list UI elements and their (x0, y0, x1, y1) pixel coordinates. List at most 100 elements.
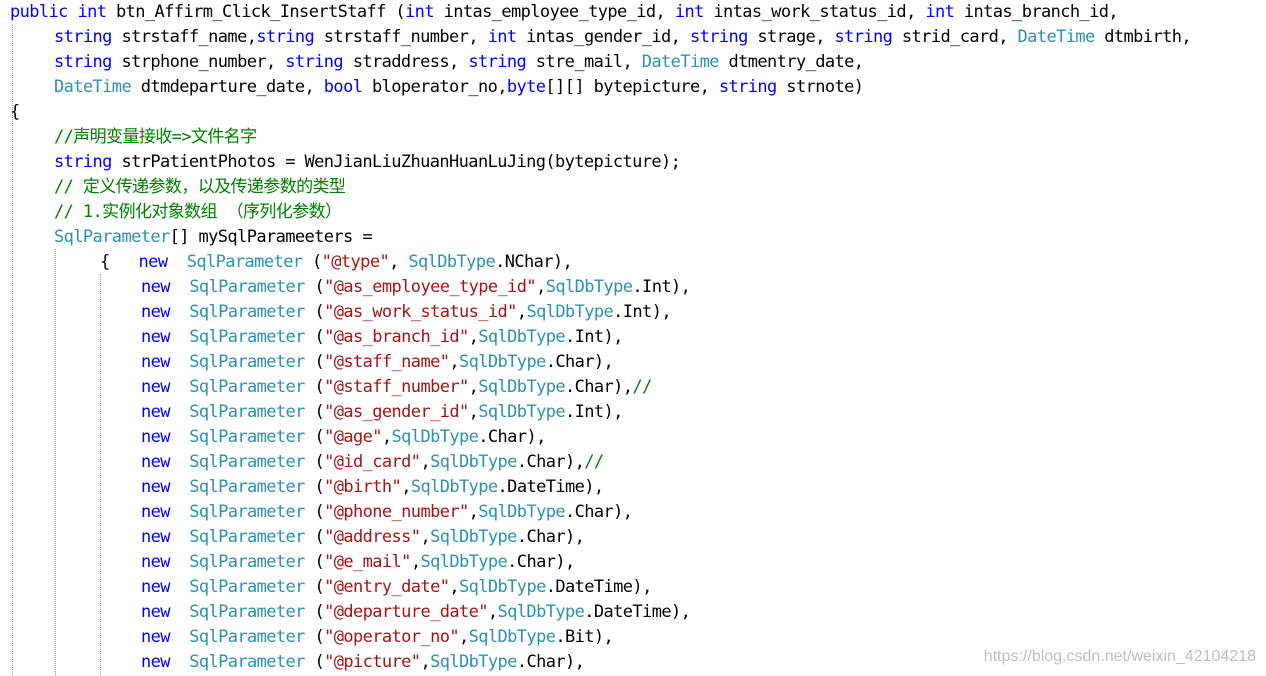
code-token: [][] bytepicture, (545, 77, 719, 97)
code-line: new SqlParameter ("@departure_date",SqlD… (141, 600, 691, 625)
code-token: .Char), (516, 652, 585, 672)
code-token: // (632, 377, 652, 397)
code-token: bloperator_no, (362, 77, 508, 97)
code-token: ( (304, 652, 325, 672)
code-token: "@phone_number" (324, 502, 469, 522)
code-token: , (401, 477, 411, 497)
code-token: new (141, 527, 171, 547)
code-token: DateTime (54, 77, 132, 97)
code-token: SqlParameter (189, 377, 305, 397)
code-token: "@e_mail" (324, 552, 411, 572)
code-token: string (468, 52, 527, 72)
code-token: new (141, 352, 171, 372)
code-token: ( (304, 602, 325, 622)
code-token: string (54, 27, 112, 47)
code-token: "@type" (321, 252, 390, 272)
code-token: ( (304, 627, 325, 647)
code-token: , (468, 402, 479, 422)
code-token: "@as_gender_id" (324, 402, 469, 422)
code-token: strPatientPhotos = WenJianLiuZhuanHuanLu… (111, 152, 681, 172)
code-token: SqlDbType (497, 602, 585, 622)
code-line: new SqlParameter ("@birth",SqlDbType.Dat… (141, 475, 604, 500)
code-token: DateTime (1017, 27, 1096, 47)
code-token: public (10, 2, 68, 22)
code-token: stre_mail, (526, 52, 642, 72)
code-token: string (834, 27, 893, 47)
code-token: strstaff_name, (111, 27, 257, 47)
code-token: ( (304, 452, 325, 472)
code-token: SqlDbType (545, 277, 633, 297)
code-token: ( (304, 352, 325, 372)
code-token: SqlParameter (189, 552, 305, 572)
code-token: SqlDbType (478, 377, 565, 397)
code-token: // 定义传递参数，以及传递参数的类型 (54, 177, 346, 197)
code-token: "@birth" (324, 477, 402, 497)
code-token: bool (323, 77, 363, 97)
code-token: .Int), (632, 277, 691, 297)
code-token: new (141, 552, 171, 572)
code-token: "@id_card" (324, 452, 421, 472)
code-token: SqlParameter (189, 527, 305, 547)
code-token: intas_work_status_id, (703, 2, 926, 22)
code-token: SqlParameter (186, 252, 303, 272)
code-token: dtmbirth, (1094, 27, 1191, 47)
code-line: { new SqlParameter ("@type", SqlDbType.N… (100, 250, 573, 275)
code-token: ( (304, 527, 325, 547)
code-token: SqlParameter (189, 352, 305, 372)
code-token: new (141, 427, 171, 447)
indent-guide (100, 274, 101, 676)
code-token: new (141, 452, 171, 472)
code-token: "@address" (324, 527, 421, 547)
code-line: { (10, 100, 20, 125)
indent-guide (55, 249, 56, 676)
code-token: SqlParameter (54, 227, 170, 247)
code-token: SqlParameter (189, 477, 305, 497)
code-token: SqlParameter (189, 602, 305, 622)
code-token: SqlParameter (189, 402, 305, 422)
code-token: , (420, 527, 431, 547)
code-line: // 定义传递参数，以及传递参数的类型 (54, 175, 346, 200)
code-token: new (141, 327, 171, 347)
code-line: string strphone_number, string straddres… (54, 50, 864, 75)
code-token: new (141, 627, 171, 647)
code-line: public int btn_Affirm_Click_InsertStaff … (10, 0, 1119, 25)
code-line: new SqlParameter ("@as_employee_type_id"… (141, 275, 691, 300)
code-token: SqlParameter (189, 327, 305, 347)
code-editor[interactable]: public int btn_Affirm_Click_InsertStaff … (0, 0, 1266, 676)
code-token: , (516, 302, 527, 322)
code-token: , (468, 502, 479, 522)
code-token: .Char), (478, 427, 546, 447)
code-line: new SqlParameter ("@as_gender_id",SqlDbT… (141, 400, 623, 425)
code-token: , (389, 252, 409, 272)
code-line: new SqlParameter ("@as_work_status_id",S… (141, 300, 672, 325)
code-line: SqlParameter[] mySqlParameeters = (54, 225, 373, 250)
code-line: new SqlParameter ("@as_branch_id",SqlDbT… (141, 325, 623, 350)
code-token: // 1.实例化对象数组 （序列化参数） (54, 202, 342, 222)
code-token: SqlDbType (459, 577, 546, 597)
code-token: SqlDbType (430, 452, 517, 472)
code-token: ( (304, 552, 325, 572)
code-line: DateTime dtmdeparture_date, bool blopera… (54, 75, 864, 100)
code-token: "@age" (324, 427, 382, 447)
code-line: string strstaff_name,string strstaff_num… (54, 25, 1192, 50)
code-token: , (420, 652, 431, 672)
code-token: ( (304, 577, 325, 597)
code-token: new (141, 502, 171, 522)
watermark: https://blog.csdn.net/weixin_42104218 (983, 648, 1256, 665)
code-token: SqlParameter (189, 652, 305, 672)
code-line: new SqlParameter ("@phone_number",SqlDbT… (141, 500, 633, 525)
code-token: SqlParameter (189, 302, 305, 322)
code-token: strid_card, (892, 27, 1018, 47)
code-token: SqlDbType (410, 477, 498, 497)
